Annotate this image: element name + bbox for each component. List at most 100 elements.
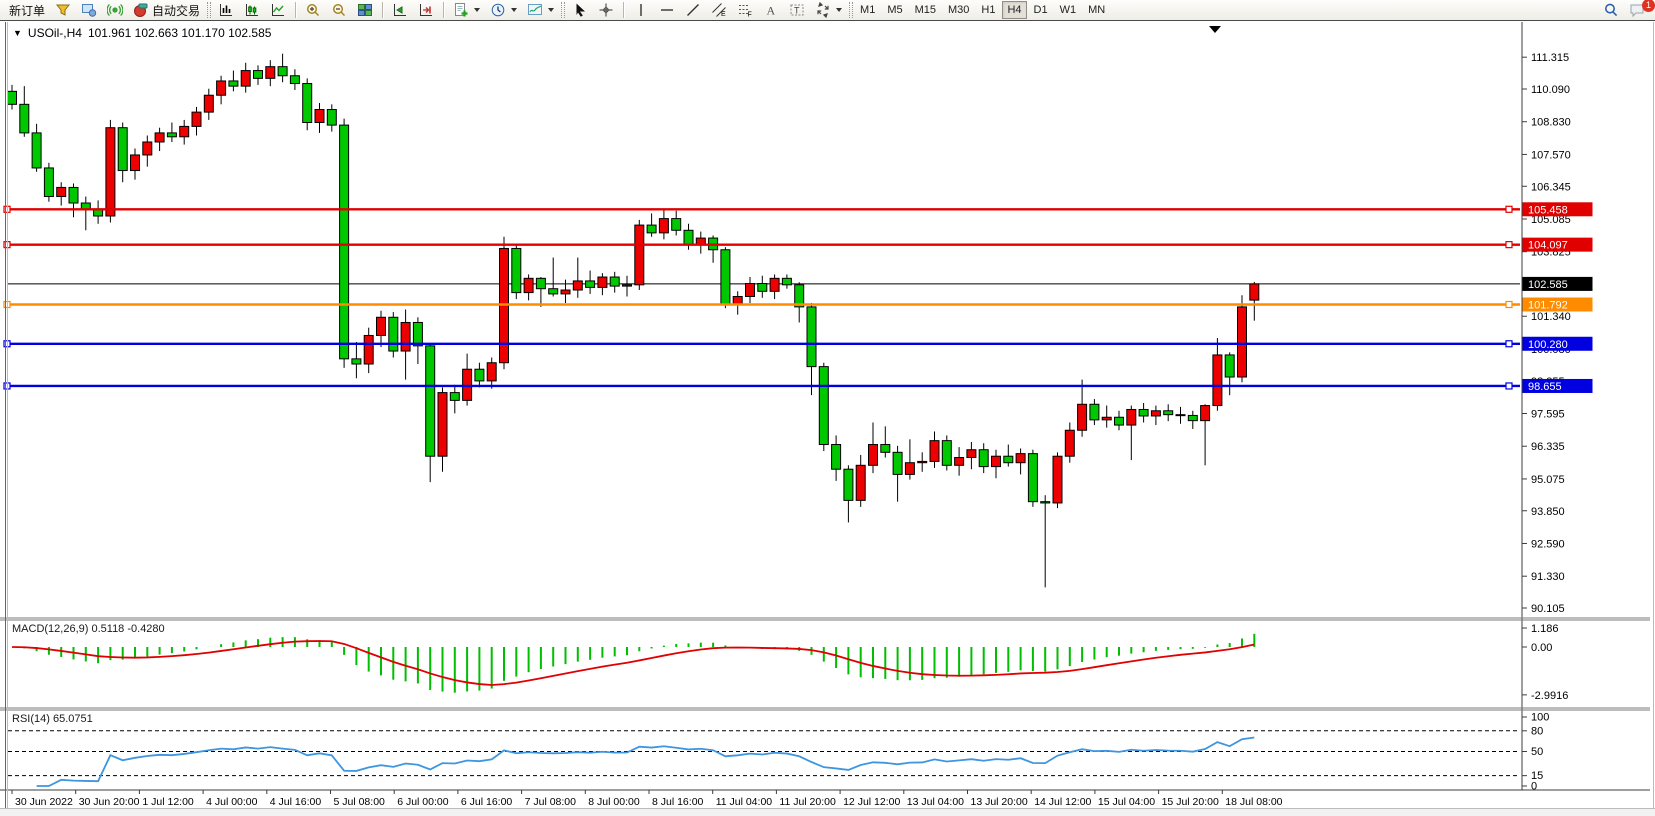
tile-windows-icon[interactable] <box>352 1 378 20</box>
auto-trading-label: 自动交易 <box>152 2 200 19</box>
new-chart-button[interactable] <box>448 1 485 20</box>
svg-text:101.340: 101.340 <box>1531 311 1571 323</box>
dropdown-arrow-icon <box>548 8 554 12</box>
chat-button[interactable]: 1 <box>1624 1 1651 20</box>
svg-text:15 Jul 20:00: 15 Jul 20:00 <box>1162 796 1219 808</box>
fibonacci-icon[interactable]: F <box>732 1 758 20</box>
ohlc-values: 101.961 102.663 101.170 102.585 <box>88 26 272 40</box>
svg-text:6 Jul 16:00: 6 Jul 16:00 <box>461 796 513 808</box>
svg-text:7 Jul 08:00: 7 Jul 08:00 <box>525 796 577 808</box>
timeframe-button-MN[interactable]: MN <box>1083 1 1110 19</box>
cursor-icon[interactable] <box>567 1 593 20</box>
svg-text:8 Jul 00:00: 8 Jul 00:00 <box>588 796 640 808</box>
svg-text:E: E <box>721 11 726 18</box>
toolbar-separator <box>443 2 444 18</box>
svg-text:F: F <box>748 12 752 19</box>
svg-text:14 Jul 12:00: 14 Jul 12:00 <box>1034 796 1091 808</box>
timeframe-button-D1[interactable]: D1 <box>1029 1 1053 19</box>
timeframe-button-H4[interactable]: H4 <box>1002 1 1026 19</box>
zoom-in-icon[interactable] <box>300 1 326 20</box>
arrows-button[interactable] <box>810 1 847 20</box>
timeframe-button-W1[interactable]: W1 <box>1055 1 1082 19</box>
svg-text:93.850: 93.850 <box>1531 506 1565 518</box>
symbol-timeframe-label: USOil-,H4 <box>28 26 82 40</box>
line-chart-icon[interactable] <box>265 1 291 20</box>
search-icon[interactable] <box>1598 1 1624 20</box>
toolbar-grip <box>561 2 565 18</box>
equidistant-channel-icon[interactable]: E <box>706 1 732 20</box>
svg-text:97.595: 97.595 <box>1531 408 1565 420</box>
svg-text:T: T <box>794 6 800 16</box>
timeframe-button-M30[interactable]: M30 <box>943 1 974 19</box>
auto-scroll-icon[interactable] <box>387 1 413 20</box>
svg-text:106.345: 106.345 <box>1531 181 1571 193</box>
template-button[interactable] <box>522 1 559 20</box>
new-order-button[interactable]: 新订单 <box>4 1 50 20</box>
svg-text:13 Jul 20:00: 13 Jul 20:00 <box>971 796 1028 808</box>
timeframe-button-M5[interactable]: M5 <box>882 1 907 19</box>
toolbar-grip <box>207 2 211 18</box>
svg-text:18 Jul 08:00: 18 Jul 08:00 <box>1225 796 1282 808</box>
bar-chart-icon[interactable] <box>213 1 239 20</box>
chart-symbol-title: ▼ USOil-,H4 101.961 102.663 101.170 102.… <box>13 26 271 40</box>
timeframe-button-M1[interactable]: M1 <box>855 1 880 19</box>
period-clock-button[interactable] <box>485 1 522 20</box>
toolbar: 新订单 自动交易 <box>0 0 1655 21</box>
chart-shift-icon[interactable] <box>413 1 439 20</box>
text-label-icon[interactable]: T <box>784 1 810 20</box>
svg-text:6 Jul 00:00: 6 Jul 00:00 <box>397 796 449 808</box>
svg-text:5 Jul 08:00: 5 Jul 08:00 <box>334 796 386 808</box>
svg-text:1 Jul 12:00: 1 Jul 12:00 <box>142 796 194 808</box>
signals-icon[interactable] <box>102 1 128 20</box>
svg-text:95.075: 95.075 <box>1531 474 1565 486</box>
svg-text:100.280: 100.280 <box>1528 339 1568 351</box>
svg-text:30 Jun 20:00: 30 Jun 20:00 <box>79 796 140 808</box>
rsi-indicator-label: RSI(14) 65.0751 <box>12 713 93 725</box>
notification-badge: 1 <box>1642 0 1655 12</box>
orders-funnel-icon[interactable] <box>50 1 76 20</box>
collapse-arrow-icon[interactable]: ▼ <box>13 28 22 38</box>
toolbar-separator <box>382 2 383 18</box>
toolbar-grip <box>849 2 853 18</box>
svg-text:108.830: 108.830 <box>1531 117 1571 129</box>
candlestick-chart-icon[interactable] <box>239 1 265 20</box>
dropdown-arrow-icon <box>836 8 842 12</box>
toolbar-separator <box>623 2 624 18</box>
svg-text:92.590: 92.590 <box>1531 538 1565 550</box>
svg-text:11 Jul 20:00: 11 Jul 20:00 <box>779 796 836 808</box>
svg-text:8 Jul 16:00: 8 Jul 16:00 <box>652 796 704 808</box>
svg-text:101.792: 101.792 <box>1528 299 1568 311</box>
chart-canvas[interactable]: 111.315110.090108.830107.570106.345105.0… <box>0 22 1655 816</box>
timeframe-button-H1[interactable]: H1 <box>976 1 1000 19</box>
svg-text:15 Jul 04:00: 15 Jul 04:00 <box>1098 796 1155 808</box>
autotrading-icon <box>133 2 149 18</box>
trendline-icon[interactable] <box>680 1 706 20</box>
macd-indicator-label: MACD(12,26,9) 0.5118 -0.4280 <box>12 623 165 635</box>
autotrading-button[interactable]: 自动交易 <box>128 1 205 20</box>
svg-text:11 Jul 04:00: 11 Jul 04:00 <box>716 796 773 808</box>
dropdown-arrow-icon <box>474 8 480 12</box>
svg-text:12 Jul 12:00: 12 Jul 12:00 <box>843 796 900 808</box>
text-icon[interactable]: A <box>758 1 784 20</box>
arrows-icon <box>815 2 831 18</box>
vertical-line-icon[interactable] <box>628 1 654 20</box>
svg-text:91.330: 91.330 <box>1531 571 1565 583</box>
crosshair-icon[interactable] <box>593 1 619 20</box>
chart-region: 111.315110.090108.830107.570106.345105.0… <box>0 22 1655 816</box>
svg-text:30 Jun 2022: 30 Jun 2022 <box>15 796 73 808</box>
horizontal-line-icon[interactable] <box>654 1 680 20</box>
svg-text:1.186: 1.186 <box>1531 623 1559 635</box>
svg-text:90.105: 90.105 <box>1531 603 1565 615</box>
timeframe-button-M15[interactable]: M15 <box>910 1 941 19</box>
svg-text:A: A <box>767 4 776 18</box>
market-watch-icon[interactable] <box>76 1 102 20</box>
period-clock-icon <box>490 2 506 18</box>
svg-text:107.570: 107.570 <box>1531 149 1571 161</box>
timeframe-group: M1M5M15M30H1H4D1W1MN <box>855 1 1110 19</box>
svg-text:104.097: 104.097 <box>1528 240 1568 252</box>
zoom-out-icon[interactable] <box>326 1 352 20</box>
svg-text:80: 80 <box>1531 725 1543 737</box>
svg-text:0: 0 <box>1531 781 1537 793</box>
svg-text:111.315: 111.315 <box>1531 52 1569 64</box>
svg-text:-2.9916: -2.9916 <box>1531 690 1568 702</box>
